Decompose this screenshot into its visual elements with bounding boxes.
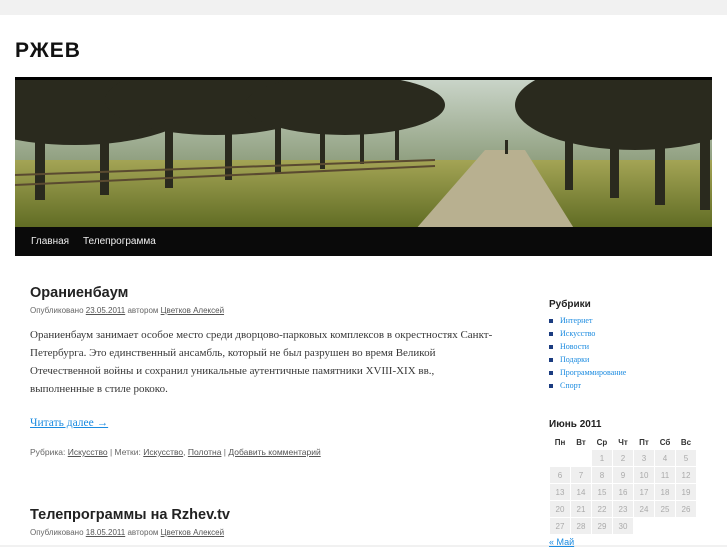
calendar-week-row: 27 28 29 30	[550, 518, 696, 534]
calendar-day: 3	[634, 450, 654, 466]
calendar-day: 20	[550, 501, 570, 517]
post-title[interactable]: Ораниенбаум	[30, 285, 500, 301]
calendar-empty-cell	[550, 450, 570, 466]
author-prefix: автором	[127, 528, 159, 537]
main-nav: Главная Телепрограмма	[15, 227, 712, 256]
calendar-day: 22	[592, 501, 612, 517]
header-photo-svg	[15, 80, 712, 230]
category-item[interactable]: Искусство	[549, 327, 699, 340]
weekday-header: Пт	[639, 437, 649, 447]
weekday-header: Пн	[554, 437, 566, 447]
calendar-week-row: 20 21 22 23 24 25 26	[550, 501, 696, 517]
calendar-day: 10	[634, 467, 654, 483]
weekday-header: Вт	[576, 437, 586, 447]
author-prefix: автором	[127, 306, 159, 315]
calendar-week-row: 12345	[550, 450, 696, 466]
categories-widget: Рубрики Интернет Искусство Новости Подар…	[549, 299, 699, 392]
calendar-day: 17	[634, 484, 654, 500]
calendar-day: 24	[634, 501, 654, 517]
calendar-day: 29	[592, 518, 612, 534]
weekday-header: Вс	[680, 437, 692, 447]
calendar-day: 30	[613, 518, 633, 534]
calendar-day: 7	[571, 467, 591, 483]
calendar-day: 11	[655, 467, 675, 483]
categories-list: Интернет Искусство Новости Подарки Прогр…	[549, 314, 699, 392]
prev-month-link[interactable]: « Май	[549, 537, 697, 547]
categories-title: Рубрики	[549, 299, 591, 310]
meta-prefix: Опубликовано	[30, 306, 84, 315]
calendar-day: 13	[550, 484, 570, 500]
calendar-day: 14	[571, 484, 591, 500]
meta-prefix: Опубликовано	[30, 528, 84, 537]
calendar-day: 27	[550, 518, 570, 534]
calendar-day: 2	[613, 450, 633, 466]
author-link[interactable]: Цветков Алексей	[161, 528, 224, 537]
calendar-day: 12	[676, 467, 696, 483]
calendar-day: 5	[676, 450, 696, 466]
post: Ораниенбаум Опубликовано 23.05.2011 авто…	[30, 285, 500, 457]
post-date-link[interactable]: 23.05.2011	[86, 306, 125, 315]
page: РЖЕВ Главная Телепрограмма Ораниенбаум О…	[0, 15, 727, 547]
post-meta: Опубликовано 18.05.2011 автором Цветков …	[30, 528, 500, 537]
calendar-empty-cell	[634, 518, 654, 534]
calendar-empty-cell	[655, 518, 675, 534]
tag-link[interactable]: Полотна	[188, 447, 222, 457]
category-item[interactable]: Спорт	[549, 379, 699, 392]
category-item[interactable]: Программирование	[549, 366, 699, 379]
calendar-widget: Июнь 2011 Пн Вт Ср Чт Пт Сб Вс 123456789…	[549, 419, 697, 547]
tags-label: Метки:	[114, 447, 141, 457]
calendar-week-row: 13 14 15 16 17 18 19	[550, 484, 696, 500]
category-item[interactable]: Интернет	[549, 314, 699, 327]
weekday-header: Сб	[659, 437, 671, 447]
category-item[interactable]: Подарки	[549, 353, 699, 366]
tag-link[interactable]: Искусство	[143, 447, 183, 457]
calendar-week-row: 6 7 8 9 10 11 12	[550, 467, 696, 483]
post-excerpt: Ораниенбаум занимает особое место среди …	[30, 329, 493, 395]
calendar-table: Пн Вт Ср Чт Пт Сб Вс 1 2 3 4 5 6 7 8 9 10 11 12 13 14…	[549, 434, 697, 535]
post-date-link[interactable]: 18.05.2011	[86, 528, 125, 537]
author-link[interactable]: Цветков Алексей	[161, 306, 224, 315]
calendar-day: 23	[613, 501, 633, 517]
calendar-empty-cell	[676, 518, 696, 534]
rubric-link[interactable]: Искусство	[68, 447, 108, 457]
calendar-day: 19	[676, 484, 696, 500]
site-title[interactable]: РЖЕВ	[15, 39, 81, 63]
calendar-day: 25	[655, 501, 675, 517]
weekday-header: Чт	[618, 437, 628, 447]
calendar-day: 15	[592, 484, 612, 500]
nav-item-home[interactable]: Главная	[31, 236, 69, 247]
calendar-day: 4	[655, 450, 675, 466]
post-title[interactable]: Телепрограммы на Rzhev.tv	[30, 507, 500, 523]
add-comment-link[interactable]: Добавить комментарий	[228, 447, 320, 457]
post: Телепрограммы на Rzhev.tv Опубликовано 1…	[30, 507, 500, 537]
read-more-link[interactable]: Читать далее →	[30, 417, 500, 429]
calendar-day: 16	[613, 484, 633, 500]
nav-item-tv-program[interactable]: Телепрограмма	[83, 236, 156, 247]
calendar-day: 18	[655, 484, 675, 500]
calendar-day: 8	[592, 467, 612, 483]
rubric-label: Рубрика:	[30, 447, 66, 457]
calendar-title: Июнь 2011	[549, 419, 602, 430]
post-footer: Рубрика: Искусство | Метки: Искусство, П…	[30, 447, 321, 457]
calendar-day: 6	[550, 467, 570, 483]
calendar-day: 1	[592, 450, 612, 466]
calendar-day: 9	[613, 467, 633, 483]
calendar-day: 21	[571, 501, 591, 517]
calendar-body: 1 2 3 4 5 6 7 8 9 10 11 12 13 14 15 16 17 18 19 20 21 22 23 24 2…	[550, 450, 696, 534]
calendar-day: 26	[676, 501, 696, 517]
post-meta: Опубликовано 23.05.2011 автором Цветков …	[30, 306, 500, 315]
calendar-day: 28	[571, 518, 591, 534]
header-image	[15, 77, 712, 230]
weekday-header: Ср	[596, 437, 608, 447]
category-item[interactable]: Новости	[549, 340, 699, 353]
calendar-empty-cell	[571, 450, 591, 466]
